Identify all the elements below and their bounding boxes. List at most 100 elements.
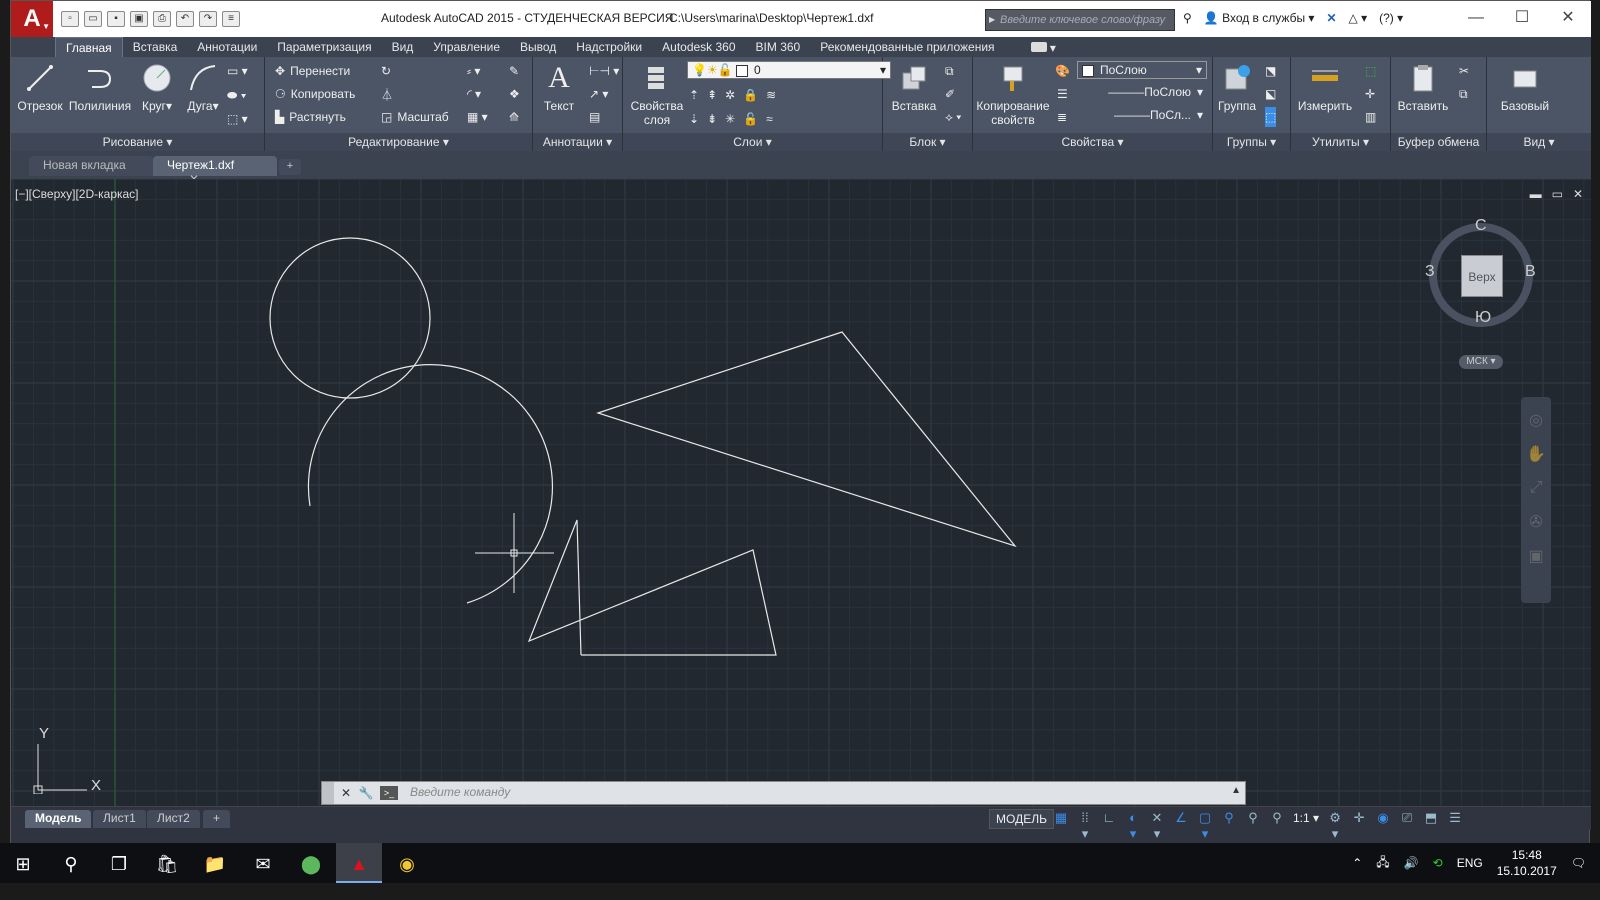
- application-menu-button[interactable]: A ▼: [11, 1, 53, 37]
- layer-unisolate-icon[interactable]: ⇟: [707, 112, 717, 126]
- mail-icon[interactable]: ✉: [248, 849, 278, 879]
- sync-icon[interactable]: ⟲: [1433, 856, 1443, 870]
- layout-tab-model[interactable]: Модель: [25, 810, 92, 828]
- explode-button[interactable]: ❖: [509, 84, 520, 104]
- command-prompt-icon[interactable]: >_: [380, 786, 398, 800]
- compass-east[interactable]: В: [1525, 263, 1536, 281]
- group-selection-button[interactable]: ⬚: [1265, 107, 1277, 127]
- customize-qat-icon[interactable]: ≡: [222, 11, 240, 27]
- paste-button[interactable]: Вставить: [1395, 61, 1451, 113]
- layer-dropdown[interactable]: 💡☀🔓 0 ▾: [687, 61, 891, 79]
- input-language[interactable]: ENG: [1457, 856, 1483, 870]
- line-button[interactable]: Отрезок: [15, 61, 65, 113]
- tab-insert[interactable]: Вставка: [123, 37, 188, 57]
- copy-button[interactable]: ⚆ Копировать: [275, 84, 355, 104]
- workspace-gear-icon[interactable]: ⚙ ▾: [1327, 810, 1343, 841]
- tab-parametric[interactable]: Параметризация: [267, 37, 381, 57]
- text-button[interactable]: A Текст: [539, 61, 579, 114]
- lineweight-dropdown[interactable]: ———ПоСл... ▾: [1077, 107, 1207, 125]
- insert-block-button[interactable]: Вставка: [889, 61, 939, 113]
- group-button[interactable]: Группа: [1215, 61, 1259, 113]
- zoom-extents-icon[interactable]: ⤢: [1525, 477, 1547, 499]
- modify-panel-title[interactable]: Редактирование ▾: [265, 133, 532, 151]
- rotate-button[interactable]: ↻: [381, 61, 391, 81]
- windows-start-icon[interactable]: ⊞: [8, 849, 38, 879]
- close-icon[interactable]: ✕: [1545, 1, 1591, 37]
- id-point-button[interactable]: ✛: [1365, 84, 1375, 104]
- compass-south[interactable]: Ю: [1475, 309, 1491, 327]
- tab-home[interactable]: Главная: [55, 37, 123, 57]
- binoculars-icon[interactable]: ⚲: [1183, 11, 1192, 25]
- tab-new[interactable]: Новая вкладка: [29, 156, 153, 176]
- viewport-controls-label[interactable]: [−][Сверху][2D-каркас]: [15, 187, 139, 201]
- tab-autodesk360[interactable]: Autodesk 360: [652, 37, 745, 57]
- rectangle-button[interactable]: ▭ ▾: [227, 61, 248, 81]
- tab-manage[interactable]: Управление: [423, 37, 510, 57]
- object-snap-tracking-icon[interactable]: ∠: [1173, 810, 1189, 826]
- command-settings-icon[interactable]: 🔧: [358, 785, 374, 801]
- quick-select-button[interactable]: ⬚: [1365, 61, 1376, 81]
- clean-screen-icon[interactable]: ⬒: [1423, 810, 1439, 826]
- steering-wheel-icon[interactable]: ◎: [1525, 409, 1547, 431]
- save-icon[interactable]: ▪: [107, 11, 125, 27]
- object-snap-icon[interactable]: ▢ ▾: [1197, 810, 1213, 841]
- ungroup-button[interactable]: ⬔: [1265, 61, 1276, 81]
- layer-properties-button[interactable]: Свойства слоя: [627, 61, 687, 127]
- command-line-grip[interactable]: [322, 782, 334, 804]
- tab-addins[interactable]: Надстройки: [566, 37, 652, 57]
- viewcube[interactable]: Верх С Ю З В: [1425, 217, 1536, 327]
- tab-output[interactable]: Вывод: [510, 37, 566, 57]
- store-icon[interactable]: 🛍: [152, 849, 182, 879]
- help-button[interactable]: (?) ▾: [1379, 11, 1403, 25]
- new-file-icon[interactable]: ▫: [61, 11, 79, 27]
- undo-icon[interactable]: ↶: [176, 11, 194, 27]
- a360-icon[interactable]: △ ▾: [1349, 11, 1368, 25]
- task-view-icon[interactable]: ❐: [104, 849, 134, 879]
- clipboard-panel-title[interactable]: Буфер обмена: [1391, 133, 1486, 151]
- network-icon[interactable]: 🖧: [1376, 853, 1389, 874]
- command-input[interactable]: Введите команду: [410, 785, 510, 799]
- match-properties-button[interactable]: Копирование свойств: [975, 61, 1051, 127]
- chrome-icon[interactable]: ◉: [392, 849, 422, 879]
- move-button[interactable]: ✥ Перенести: [275, 61, 350, 81]
- layers-panel-title[interactable]: Слои ▾: [623, 133, 882, 151]
- hardware-acceleration-icon[interactable]: ⎚: [1399, 810, 1415, 826]
- offset-button[interactable]: ⟰: [509, 107, 519, 127]
- color-dropdown[interactable]: ПоСлою ▾: [1077, 61, 1207, 79]
- search-input[interactable]: ▶ Введите ключевое слово/фразу: [985, 9, 1175, 31]
- customization-menu-icon[interactable]: ☰: [1447, 810, 1463, 826]
- notifications-icon[interactable]: 🗨: [1571, 856, 1586, 870]
- arc-button[interactable]: Дуга▾: [183, 61, 223, 113]
- properties-panel-title[interactable]: Свойства ▾: [973, 133, 1212, 151]
- sign-in-button[interactable]: 👤 Вход в службы ▾: [1204, 11, 1315, 25]
- grid-display-icon[interactable]: ▦: [1053, 810, 1069, 826]
- groups-panel-title[interactable]: Группы ▾: [1213, 133, 1290, 151]
- showmotion-icon[interactable]: ▣: [1525, 545, 1547, 567]
- ortho-mode-icon[interactable]: ∟: [1101, 810, 1117, 826]
- leader-button[interactable]: ↗ ▾: [589, 84, 608, 104]
- autocad-taskbar-icon[interactable]: ▲: [344, 849, 374, 879]
- layout-tab-sheet1[interactable]: Лист1: [93, 810, 146, 828]
- snap-mode-icon[interactable]: ⁞⁞ ▾: [1077, 810, 1093, 841]
- layer-walk-icon[interactable]: ≈: [766, 112, 773, 126]
- command-close-icon[interactable]: ✕: [338, 785, 354, 801]
- tab-annotate[interactable]: Аннотации: [187, 37, 267, 57]
- tab-current-drawing[interactable]: Чертеж1.dxf ✕: [153, 156, 277, 186]
- copy-clip-button[interactable]: ⧉: [1459, 84, 1468, 104]
- block-attributes-button[interactable]: ⟡ ▾: [945, 107, 961, 127]
- utorrent-icon[interactable]: ⬤: [296, 849, 326, 879]
- tab-featured-apps[interactable]: Рекомендованные приложения: [810, 37, 1004, 57]
- utilities-panel-title[interactable]: Утилиты ▾: [1291, 133, 1390, 151]
- annotation-scale-icon[interactable]: ⚲: [1269, 810, 1285, 826]
- fillet-button[interactable]: ◜ ▾: [467, 84, 481, 104]
- block-panel-title[interactable]: Блок ▾: [883, 133, 972, 151]
- drawing-canvas[interactable]: [−][Сверху][2D-каркас] ▬ ▭ ✕ Верх С Ю З …: [11, 179, 1591, 806]
- polyline-button[interactable]: Полилиния: [67, 61, 133, 113]
- maximize-icon[interactable]: ☐: [1499, 1, 1545, 37]
- scale-button[interactable]: ◲ Масштаб: [381, 107, 449, 127]
- redo-icon[interactable]: ↷: [199, 11, 217, 27]
- table-button[interactable]: ▤: [589, 107, 600, 127]
- isodraft-icon[interactable]: ✕ ▾: [1149, 810, 1165, 841]
- pan-icon[interactable]: ✋: [1525, 443, 1547, 465]
- view-panel-title[interactable]: Вид ▾: [1487, 133, 1591, 151]
